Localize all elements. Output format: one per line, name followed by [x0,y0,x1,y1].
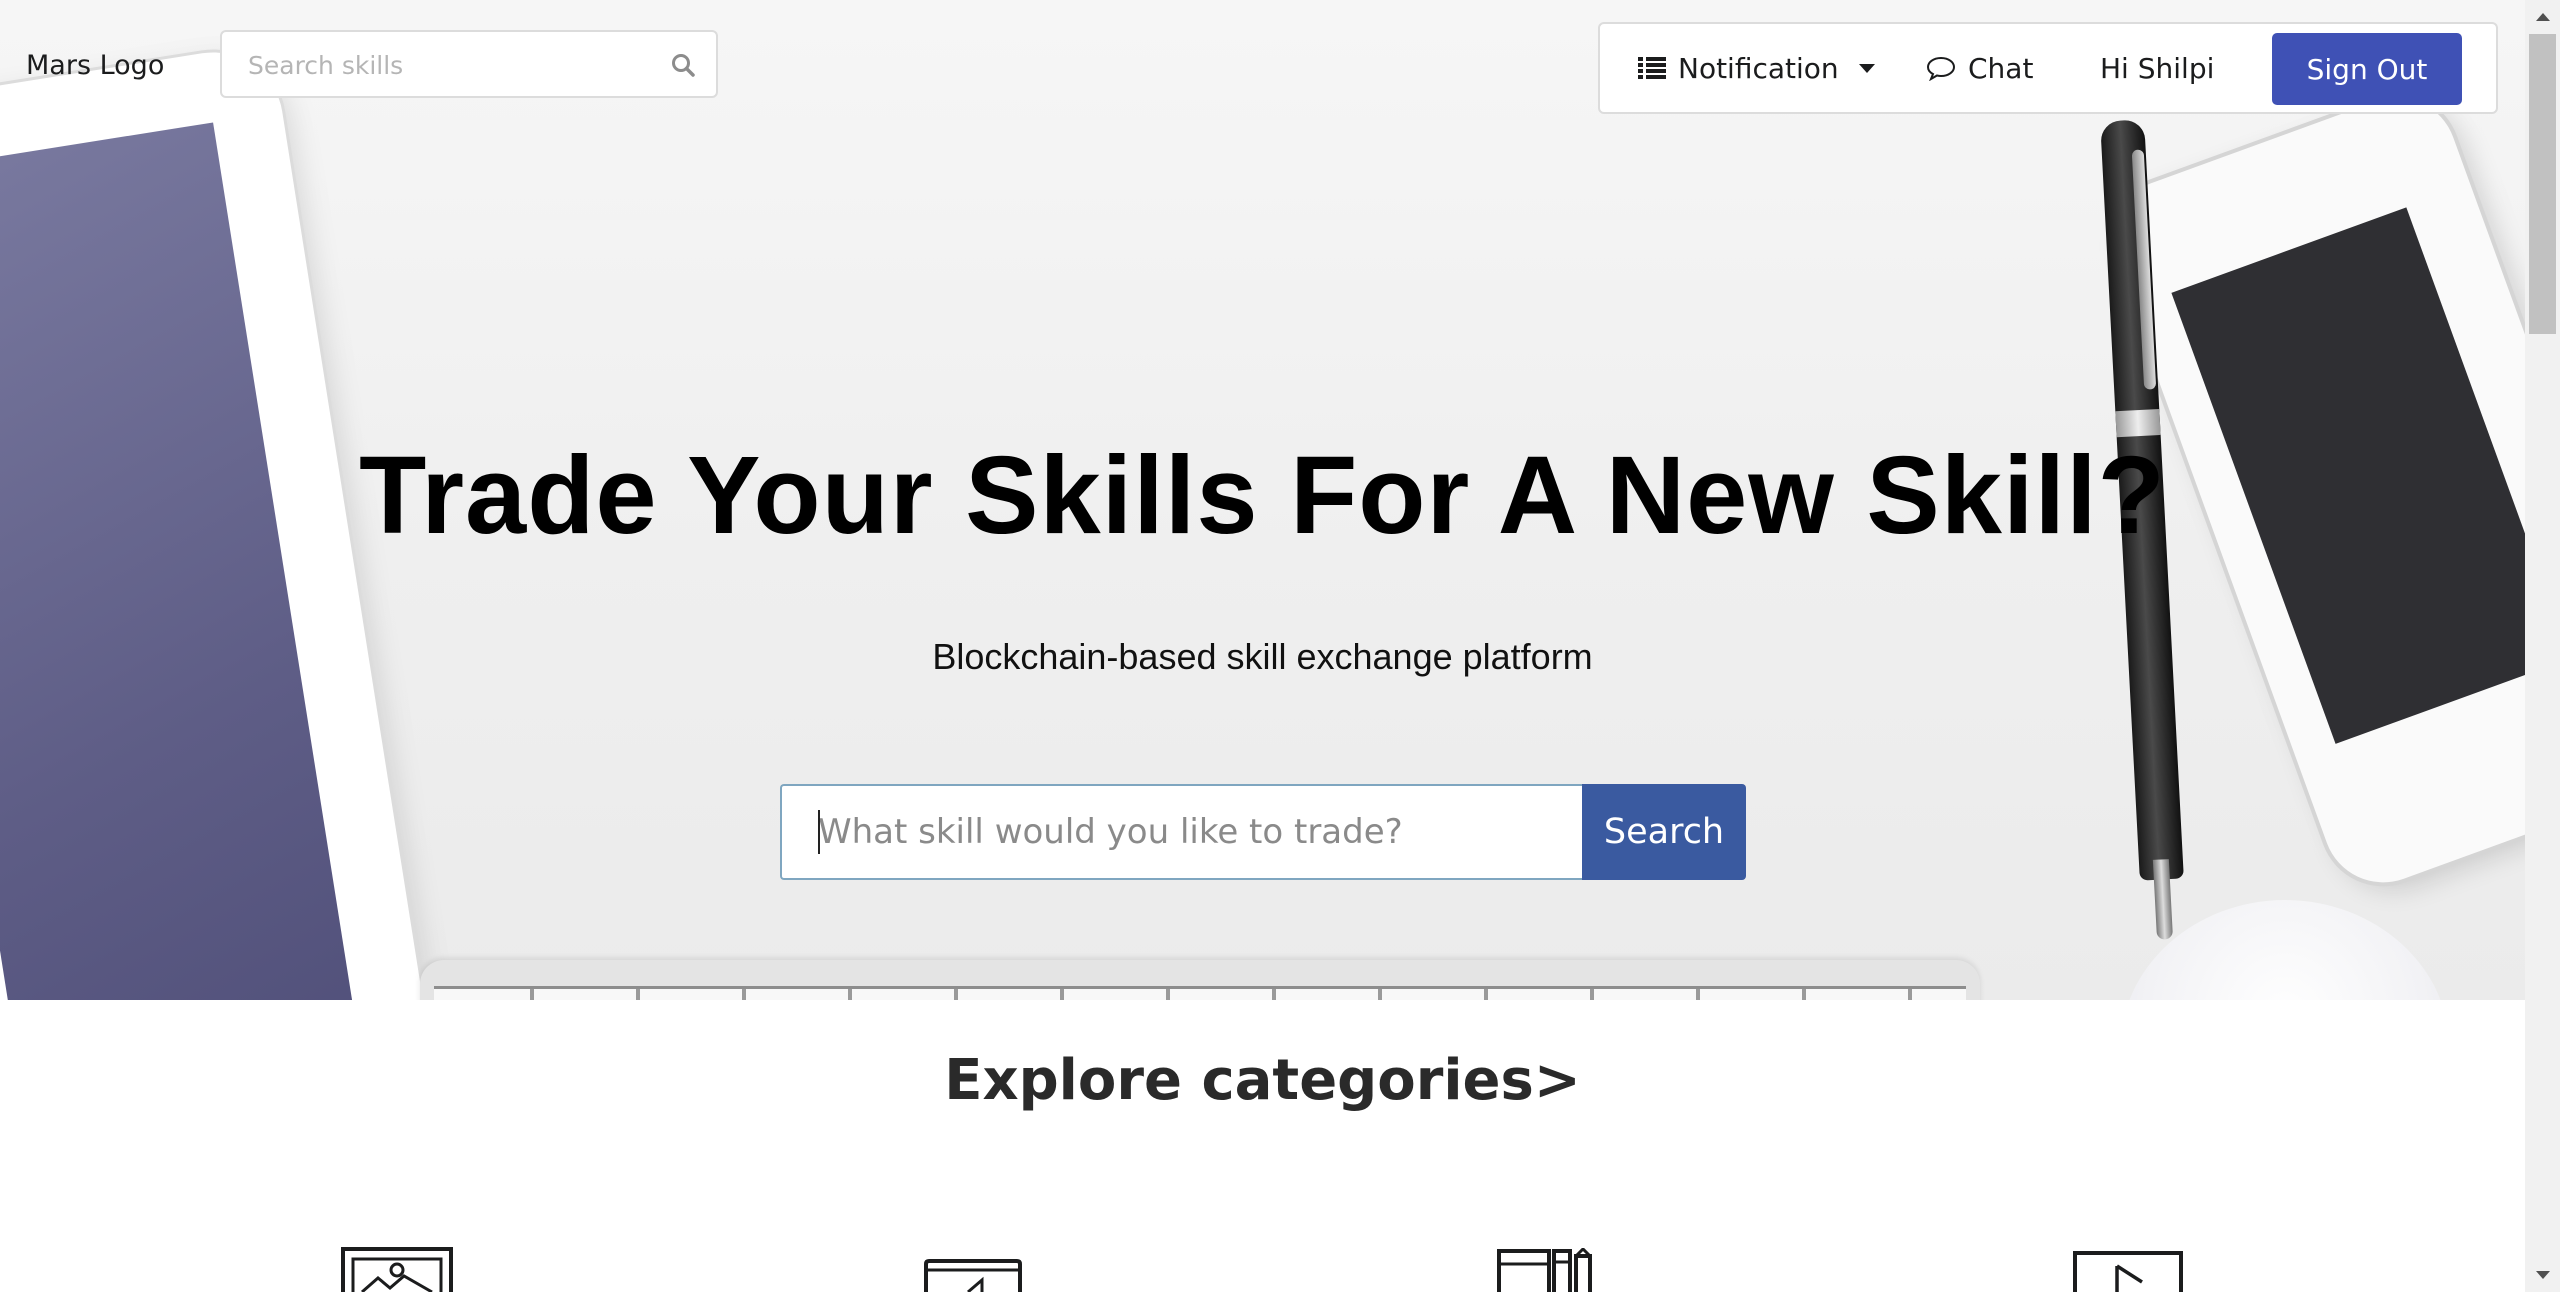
page-scrollbar[interactable] [2525,0,2560,1292]
chat-bubble-icon [1926,55,1956,81]
scroll-thumb[interactable] [2529,34,2556,334]
scroll-down-arrow[interactable] [2525,1258,2560,1292]
image-frame-icon[interactable] [340,1246,454,1297]
user-greeting[interactable]: Hi Shilpi [2100,24,2214,112]
video-play-icon[interactable] [2072,1250,2184,1297]
site-logo[interactable]: Mars Logo [26,50,164,81]
books-icon[interactable] [1496,1246,1606,1297]
scroll-up-arrow[interactable] [2525,0,2560,34]
text-cursor [818,810,820,854]
presentation-icon[interactable] [922,1258,1024,1297]
hero-search: Search [780,784,1746,880]
header-menu: Notification Chat Hi Shilpi Sign Out [1598,22,2498,114]
skill-search-input[interactable] [780,784,1582,880]
hero-headline: Trade Your Skills For A New Skill? [359,434,2166,557]
keyboard-image [420,960,1980,1000]
chat-link[interactable]: Chat [1926,24,2033,112]
notification-dropdown[interactable]: Notification [1638,24,1875,112]
search-icon[interactable] [670,52,696,78]
search-button[interactable]: Search [1582,784,1746,880]
sign-out-button[interactable]: Sign Out [2272,33,2462,105]
list-icon [1638,56,1666,80]
header-search [220,30,718,98]
chevron-down-icon [1858,63,1875,73]
hero-subheadline: Blockchain-based skill exchange platform [932,636,1593,677]
chat-label: Chat [1968,51,2034,85]
header-search-input[interactable] [246,32,650,98]
explore-categories-title[interactable]: Explore categories> [0,1048,2525,1113]
notification-label: Notification [1678,51,1839,85]
